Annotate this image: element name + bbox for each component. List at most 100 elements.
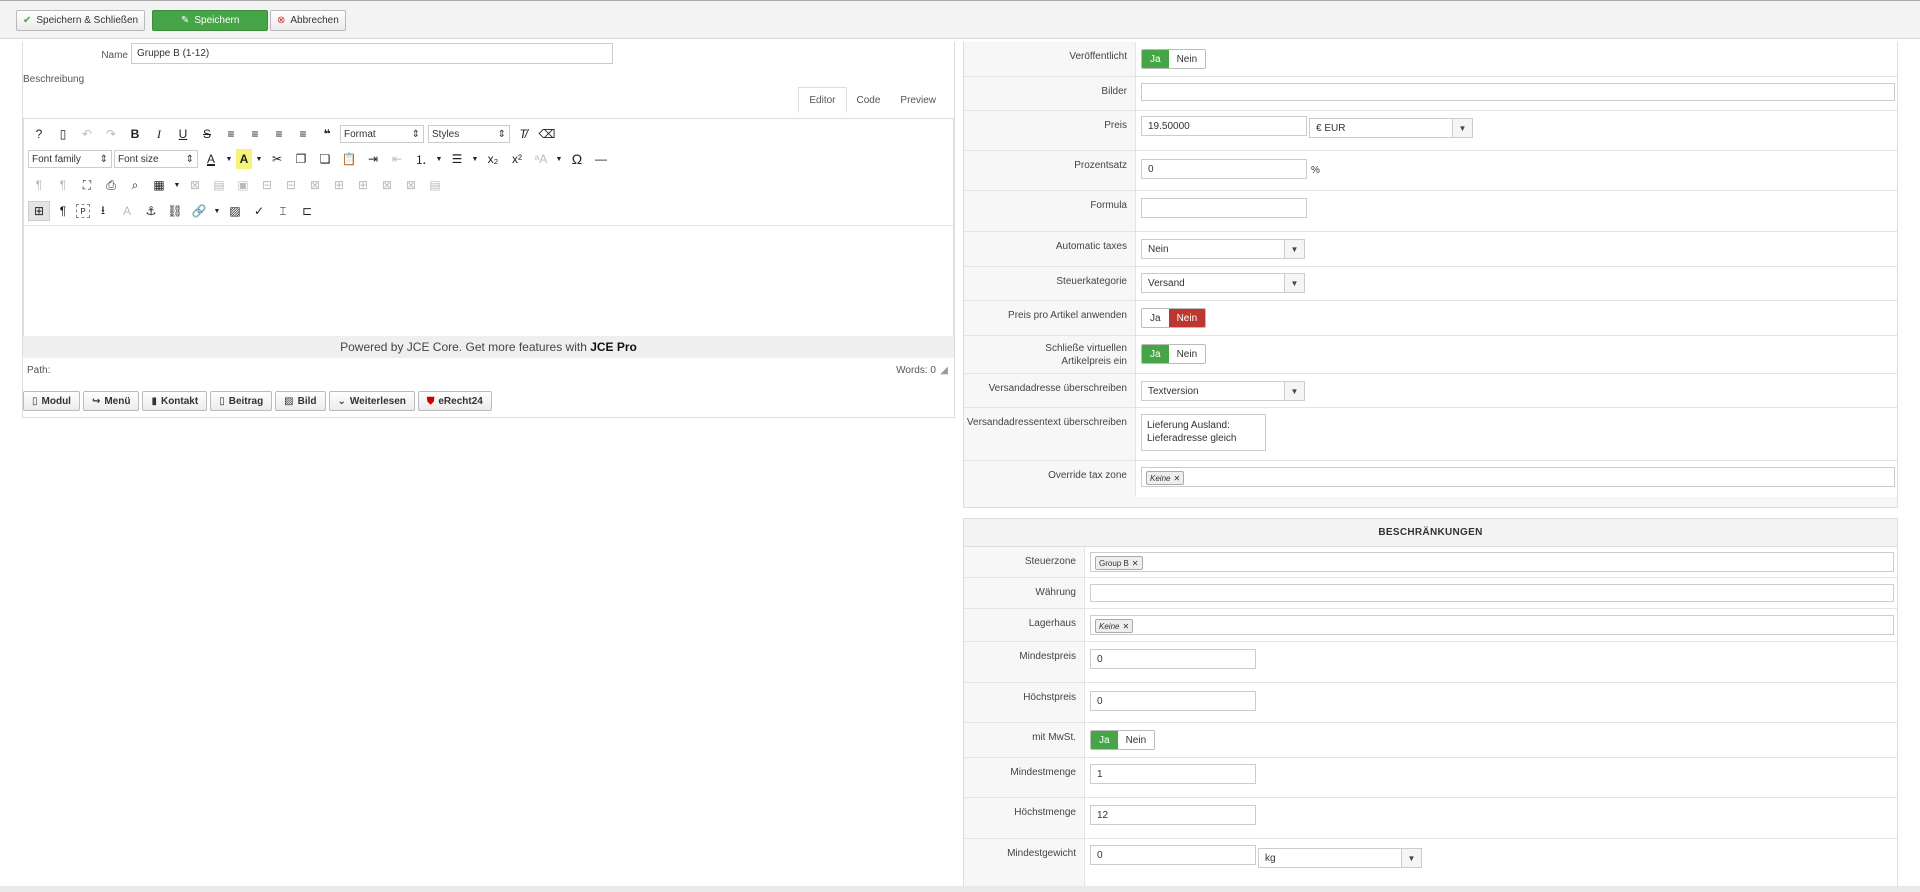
virtual-price-no[interactable]: Nein xyxy=(1168,345,1206,363)
resize-handle-icon[interactable]: ◢ xyxy=(940,365,948,376)
italic-icon[interactable]: I xyxy=(148,124,170,144)
virtual-price-toggle[interactable]: Ja Nein xyxy=(1141,344,1207,364)
chevron-down-icon[interactable]: ▼ xyxy=(224,149,234,169)
bottom-scrollbar[interactable] xyxy=(0,886,1920,892)
ltr-icon[interactable]: ¶ xyxy=(28,175,50,195)
cleanup-brush-icon[interactable]: ⌫ xyxy=(536,124,558,144)
align-center-icon[interactable]: ≡ xyxy=(244,124,266,144)
underline-icon[interactable]: U xyxy=(172,124,194,144)
price-per-item-yes[interactable]: Ja xyxy=(1142,309,1169,327)
font-style-icon[interactable]: ᵃA xyxy=(530,149,552,169)
max-qty-input[interactable]: 12 xyxy=(1090,805,1256,825)
auto-taxes-select[interactable]: Nein ▼ xyxy=(1141,239,1305,259)
close-icon[interactable]: ✕ xyxy=(1173,474,1180,483)
numbered-list-icon[interactable]: ⒈ xyxy=(410,149,432,169)
chevron-down-icon[interactable]: ▼ xyxy=(470,149,480,169)
close-icon[interactable]: ✕ xyxy=(1132,559,1139,568)
superscript-icon[interactable]: x² xyxy=(506,149,528,169)
col-before-icon[interactable]: ⊞ xyxy=(328,175,350,195)
tax-category-select[interactable]: Versand ▼ xyxy=(1141,273,1305,293)
save-button[interactable]: ✎ Speichern xyxy=(152,10,269,31)
override-tax-input[interactable]: Keine ✕ xyxy=(1141,467,1895,487)
modul-button[interactable]: ▯ Modul xyxy=(23,391,80,411)
min-price-input[interactable]: 0 xyxy=(1090,649,1256,669)
visual-blocks-icon[interactable]: P xyxy=(76,204,90,218)
delete-col-icon[interactable]: ⊠ xyxy=(376,175,398,195)
paragraph-icon[interactable]: ¶ xyxy=(52,201,74,221)
chevron-down-icon[interactable]: ▼ xyxy=(172,175,182,195)
price-input[interactable]: 19.50000 xyxy=(1141,116,1307,136)
shipping-text-textarea[interactable]: Lieferung Ausland: Lieferadresse gleich xyxy=(1141,414,1266,451)
cancel-button[interactable]: ⊗ Abbrechen xyxy=(270,10,346,31)
text-color-icon[interactable]: A xyxy=(200,149,222,169)
table-icon[interactable]: ▦ xyxy=(148,175,170,195)
template-icon[interactable]: ⊏ xyxy=(296,201,318,221)
currency-select[interactable]: € EUR ▼ xyxy=(1309,118,1473,138)
blockquote-icon[interactable]: ❝ xyxy=(316,124,338,144)
published-toggle[interactable]: Ja Nein xyxy=(1141,49,1207,69)
split-cells-icon[interactable]: ⊠ xyxy=(400,175,422,195)
table-delete-icon[interactable]: ⊠ xyxy=(184,175,206,195)
undo-icon[interactable]: ↶ xyxy=(76,124,98,144)
style-icon[interactable]: A xyxy=(116,201,138,221)
min-weight-input[interactable]: 0 xyxy=(1090,845,1256,865)
clear-format-icon[interactable]: T̸ xyxy=(512,124,534,144)
horizontal-rule-icon[interactable]: — xyxy=(590,149,612,169)
with-vat-toggle[interactable]: Ja Nein xyxy=(1090,730,1156,750)
unlink-icon[interactable]: ⛓ xyxy=(164,201,186,221)
chevron-down-icon[interactable]: ▼ xyxy=(434,149,444,169)
strikethrough-icon[interactable]: S xyxy=(196,124,218,144)
fullscreen-icon[interactable]: ⛶ xyxy=(76,175,98,195)
paste-text-icon[interactable]: 📋 xyxy=(338,149,360,169)
align-left-icon[interactable]: ≡ xyxy=(268,124,290,144)
background-color-icon[interactable]: A xyxy=(236,149,252,169)
align-right-icon[interactable]: ≡ xyxy=(292,124,314,144)
copy-icon[interactable]: ❐ xyxy=(290,149,312,169)
row-after-icon[interactable]: ⊟ xyxy=(280,175,302,195)
chevron-down-icon[interactable]: ▼ xyxy=(212,201,222,221)
format-select[interactable]: Format ⇕ xyxy=(340,125,424,143)
styles-select[interactable]: Styles ⇕ xyxy=(428,125,510,143)
save-close-button[interactable]: ✔ Speichern & Schließen xyxy=(16,10,146,31)
col-after-icon[interactable]: ⊞ xyxy=(352,175,374,195)
virtual-price-yes[interactable]: Ja xyxy=(1142,345,1169,363)
outdent-icon[interactable]: ⇤ xyxy=(386,149,408,169)
editor-content-area[interactable] xyxy=(24,225,953,337)
paste-icon[interactable]: ❏ xyxy=(314,149,336,169)
percent-input[interactable]: 0 xyxy=(1141,159,1307,179)
omega-icon[interactable]: Ω xyxy=(566,149,588,169)
published-no[interactable]: Nein xyxy=(1168,50,1206,68)
row-props-icon[interactable]: ▤ xyxy=(208,175,230,195)
images-input[interactable] xyxy=(1141,83,1895,101)
anchor-icon[interactable]: ⚓ xyxy=(140,201,162,221)
with-vat-no[interactable]: Nein xyxy=(1117,731,1155,749)
visual-aid-icon[interactable]: ⊞ xyxy=(28,201,50,221)
new-document-icon[interactable]: ▯ xyxy=(52,124,74,144)
tab-preview[interactable]: Preview xyxy=(890,87,946,113)
weiterlesen-button[interactable]: ⌄ Weiterlesen xyxy=(328,391,415,411)
image-icon[interactable]: ▨ xyxy=(224,201,246,221)
kontakt-button[interactable]: ▮ Kontakt xyxy=(142,391,208,411)
bild-button[interactable]: ▨ Bild xyxy=(275,391,326,411)
erecht24-button[interactable]: ⛊ eRecht24 xyxy=(417,391,492,411)
search-icon[interactable]: ⌕ xyxy=(124,175,146,195)
name-input[interactable]: Gruppe B (1-12) xyxy=(131,43,613,64)
help-icon[interactable]: ? xyxy=(28,124,50,144)
merge-cells-icon[interactable]: ▤ xyxy=(424,175,446,195)
upload-icon[interactable]: ⭳ xyxy=(92,201,114,221)
rtl-icon[interactable]: ¶ xyxy=(52,175,74,195)
cut-icon[interactable]: ✂ xyxy=(266,149,288,169)
bullet-list-icon[interactable]: ☰ xyxy=(446,149,468,169)
align-justify-icon[interactable]: ≡ xyxy=(220,124,242,144)
font-size-select[interactable]: Font size ⇕ xyxy=(114,150,198,168)
delete-row-icon[interactable]: ⊠ xyxy=(304,175,326,195)
warehouse-input[interactable]: Keine ✕ xyxy=(1090,615,1894,635)
formula-input[interactable] xyxy=(1141,198,1307,218)
cell-props-icon[interactable]: ▣ xyxy=(232,175,254,195)
spellcheck-icon[interactable]: ✓ xyxy=(248,201,270,221)
beitrag-button[interactable]: ▯ Beitrag xyxy=(210,391,273,411)
close-icon[interactable]: ✕ xyxy=(1122,622,1129,631)
chevron-down-icon[interactable]: ▼ xyxy=(254,149,264,169)
min-qty-input[interactable]: 1 xyxy=(1090,764,1256,784)
chevron-down-icon[interactable]: ▼ xyxy=(554,149,564,169)
